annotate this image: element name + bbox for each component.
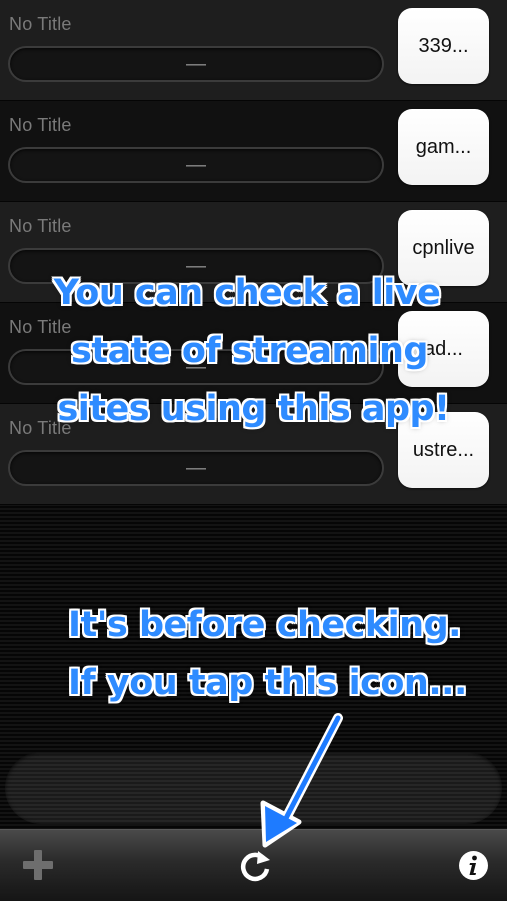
row-status-field: —: [8, 147, 384, 183]
site-button[interactable]: cpnlive: [398, 210, 489, 286]
row-title: No Title: [9, 115, 72, 135]
row-status-field: —: [8, 248, 384, 284]
site-button[interactable]: ustre...: [398, 412, 489, 488]
list-item[interactable]: No Title — cpnlive: [0, 202, 507, 303]
site-button[interactable]: 339...: [398, 8, 489, 84]
refresh-icon[interactable]: [236, 847, 274, 885]
site-button[interactable]: gam...: [398, 109, 489, 185]
list-item[interactable]: No Title — gam...: [0, 101, 507, 202]
list-item[interactable]: No Title — ad...: [0, 303, 507, 404]
plus-icon[interactable]: [20, 847, 56, 883]
info-icon[interactable]: [458, 850, 489, 881]
row-title: No Title: [9, 216, 72, 236]
row-status-field: —: [8, 349, 384, 385]
tutorial-caption-hint: It's before checking. If you tap this ic…: [68, 596, 467, 712]
site-list: No Title — 339... No Title — gam... No T…: [0, 0, 507, 505]
site-button[interactable]: ad...: [398, 311, 489, 387]
row-title: No Title: [9, 14, 72, 34]
empty-status-bar: [5, 752, 502, 824]
caption-line: It's before checking.: [68, 605, 461, 645]
caption-line: If you tap this icon...: [68, 663, 467, 703]
row-status-field: —: [8, 46, 384, 82]
list-item[interactable]: No Title — 339...: [0, 0, 507, 101]
row-title: No Title: [9, 317, 72, 337]
row-title: No Title: [9, 418, 72, 438]
list-item[interactable]: No Title — ustre...: [0, 404, 507, 505]
row-status-field: —: [8, 450, 384, 486]
bottom-toolbar: [0, 829, 507, 901]
